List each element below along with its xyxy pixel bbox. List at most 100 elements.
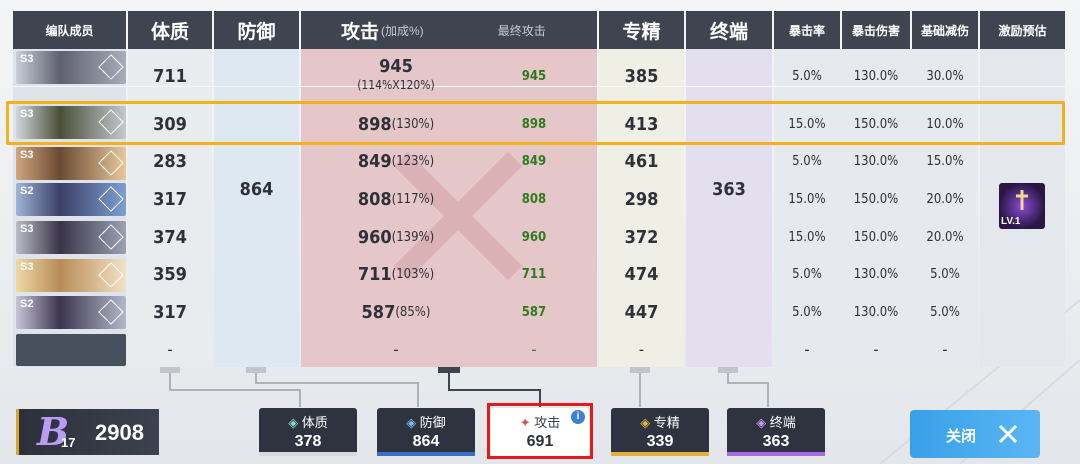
class-emblem-icon xyxy=(98,150,124,176)
tab-atk-text: 攻击 xyxy=(534,415,561,430)
header-con: 体质 xyxy=(128,11,212,49)
team-score-panel: B 17 2908 xyxy=(16,409,159,455)
con-value: 359 xyxy=(153,263,187,285)
atk-number: 945 xyxy=(379,55,413,77)
tab-def-text: 防御 xyxy=(419,415,446,430)
con-icon: ◈ xyxy=(288,415,302,430)
atk-value: 808 (117%) xyxy=(301,185,491,213)
atk-value: 945 xyxy=(301,55,491,77)
tab-con-underline xyxy=(259,452,357,456)
reduce-value: 5.0% xyxy=(930,266,960,282)
info-icon[interactable]: i xyxy=(571,410,585,424)
header-incentive: 激励预估 xyxy=(980,11,1065,49)
class-emblem-icon xyxy=(98,54,124,80)
tab-def[interactable]: ◈ 防御 864 xyxy=(377,408,475,456)
atk-number: 960 xyxy=(357,226,392,248)
incentive-badge[interactable]: LV.1 xyxy=(999,183,1045,229)
empty-final: - xyxy=(531,339,537,359)
final-atk-value: 945 xyxy=(521,68,547,84)
header-final-atk: 最终攻击 xyxy=(497,23,546,38)
reduce-value: 20.0% xyxy=(926,191,964,207)
atk-number: 587 xyxy=(361,301,396,323)
reduce-value: 30.0% xyxy=(926,68,964,84)
tab-mastery[interactable]: ◈ 专精 339 xyxy=(611,408,709,456)
crit-dmg-value: 130.0% xyxy=(853,153,899,169)
atk-value: 587 (85%) xyxy=(301,298,491,326)
member-avatar[interactable]: S3 xyxy=(16,147,126,180)
tab-con-value: 378 xyxy=(294,433,322,450)
header-crit-dmg: 暴击伤害 xyxy=(842,11,910,49)
member-avatar[interactable]: S3 xyxy=(16,51,126,84)
mastery-value: 474 xyxy=(624,263,659,285)
selected-row-highlight xyxy=(6,101,1065,145)
member-avatar[interactable]: S3 xyxy=(16,221,126,254)
atk-icon: ✦ xyxy=(519,415,535,430)
crit-dmg-value: 150.0% xyxy=(853,229,899,245)
crit-dmg-value: 150.0% xyxy=(853,191,899,207)
reduce-value: 20.0% xyxy=(926,229,964,245)
atk-number: 849 xyxy=(357,150,392,172)
stats-table: 编队成员 体质 防御 攻击 (加成%) 最终攻击 专精 终端 暴击率 暴击伤害 … xyxy=(13,11,1065,368)
crit-dmg-value: 130.0% xyxy=(853,266,899,282)
incentive-level: LV.1 xyxy=(1001,216,1021,227)
class-emblem-icon xyxy=(98,299,124,325)
crit-rate-value: 5.0% xyxy=(792,153,822,169)
header-terminal: 终端 xyxy=(686,11,772,49)
tab-def-label: ◈ 防御 xyxy=(377,412,475,431)
empty-con: - xyxy=(167,339,173,359)
class-emblem-icon xyxy=(98,186,124,212)
member-tier: S2 xyxy=(20,185,34,197)
atk-value: 711 (103%) xyxy=(301,260,491,288)
tab-mastery-underline xyxy=(611,452,709,456)
crit-dmg-value: 130.0% xyxy=(853,68,899,84)
tab-def-value: 864 xyxy=(412,433,440,450)
tab-atk[interactable]: ✦ 攻击 691 i xyxy=(491,408,589,456)
atk-number: 711 xyxy=(357,263,392,285)
empty-reduce: - xyxy=(942,339,948,359)
empty-slot[interactable] xyxy=(16,334,126,366)
atk-value: 849 (123%) xyxy=(301,147,491,175)
atk-number: 808 xyxy=(357,188,392,210)
member-avatar[interactable]: S2 xyxy=(16,183,126,216)
close-button[interactable]: 关闭 xyxy=(910,410,1040,458)
member-tier: S3 xyxy=(20,261,34,273)
mastery-value: 447 xyxy=(624,301,659,323)
atk-note: (103%) xyxy=(391,266,435,282)
header-atk-sub: (加成%) xyxy=(381,23,424,38)
tab-mastery-label: ◈ 专精 xyxy=(611,412,709,431)
reduce-value: 15.0% xyxy=(926,153,964,169)
empty-mastery: - xyxy=(638,339,645,359)
con-value: 283 xyxy=(153,150,187,172)
atk-note: (139%) xyxy=(391,229,435,245)
tab-atk-value: 691 xyxy=(526,433,554,450)
tab-terminal-label: ◈ 终端 xyxy=(727,412,825,431)
def-column xyxy=(214,49,299,367)
tab-terminal-underline xyxy=(727,452,825,456)
member-avatar[interactable]: S3 xyxy=(16,259,126,292)
member-avatar[interactable]: S2 xyxy=(16,296,126,329)
final-atk-value: 960 xyxy=(521,229,547,245)
tab-con[interactable]: ◈ 体质 378 xyxy=(259,408,357,456)
atk-note: (114%X120%) xyxy=(357,78,435,92)
empty-crit-rate: - xyxy=(804,339,810,359)
tab-terminal[interactable]: ◈ 终端 363 xyxy=(727,408,825,456)
tab-def-underline xyxy=(377,452,475,456)
empty-atk: - xyxy=(393,339,399,359)
terminal-icon: ◈ xyxy=(756,415,770,430)
atk-note: (123%) xyxy=(391,153,435,169)
shared-terminal-value: 363 xyxy=(712,178,746,200)
crit-rate-value: 5.0% xyxy=(792,304,822,320)
final-atk-value: 808 xyxy=(521,191,547,207)
close-icon xyxy=(998,424,1018,444)
empty-crit-dmg: - xyxy=(873,339,879,359)
final-atk-value: 849 xyxy=(521,153,547,169)
crit-rate-value: 15.0% xyxy=(788,229,826,245)
terminal-column xyxy=(686,49,772,367)
shared-def-value: 864 xyxy=(239,178,274,200)
tab-mastery-value: 339 xyxy=(646,433,674,450)
crit-rate-value: 5.0% xyxy=(792,68,822,84)
atk-note: (85%) xyxy=(395,304,431,320)
crit-rate-value: 15.0% xyxy=(788,191,826,207)
team-score: 2908 xyxy=(95,420,144,445)
con-value: 317 xyxy=(153,301,187,323)
